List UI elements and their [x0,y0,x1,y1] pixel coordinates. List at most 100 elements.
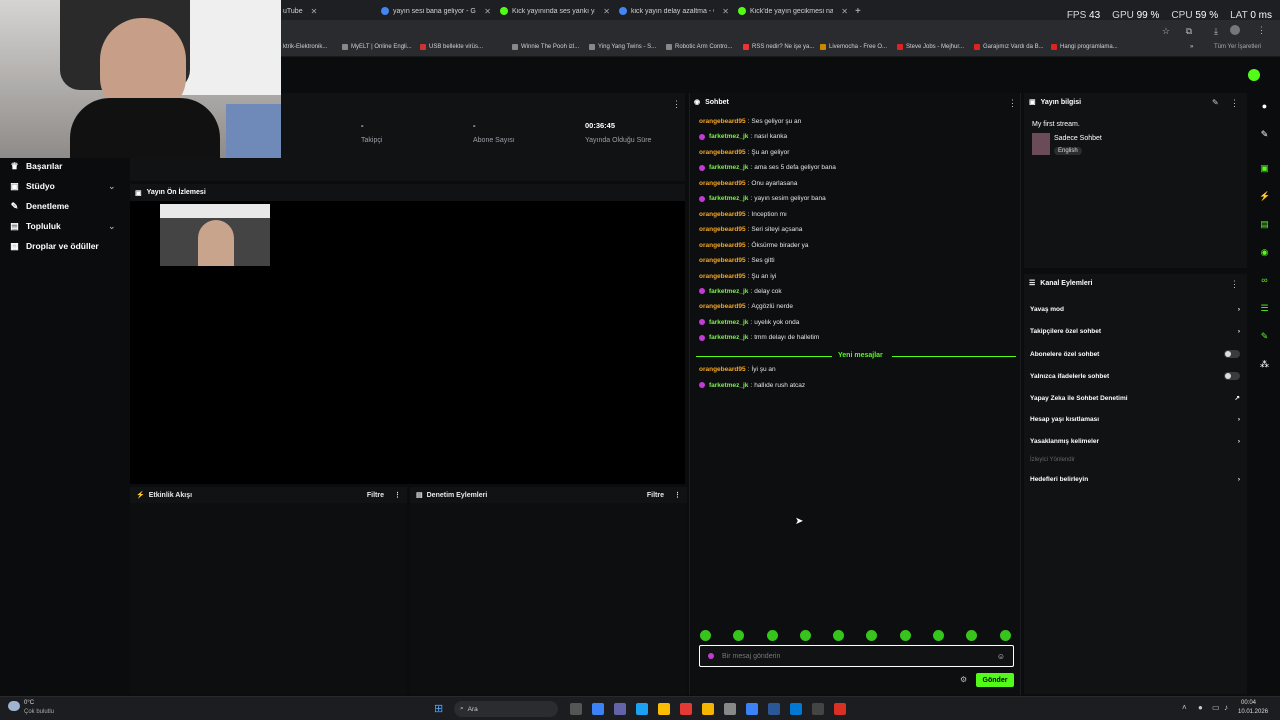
chat-username[interactable]: orangebeard95 [699,226,746,233]
bookmark[interactable]: RSS nedir? Ne işe ya... [743,44,814,50]
preview-rail-icon[interactable]: ▣ [1259,163,1270,174]
emote-icon[interactable] [733,630,745,641]
close-tab-icon[interactable]: ✕ [603,7,610,16]
star-icon[interactable]: ☆ [1162,26,1170,37]
emoji-icon[interactable]: ☺ [997,652,1005,661]
emote-icon[interactable] [899,630,911,641]
chrome-icon[interactable] [658,703,670,715]
pen-icon[interactable]: ✎ [1259,129,1270,140]
chevron-down-icon[interactable]: ⌄ [108,221,116,232]
chevron-down-icon[interactable]: ⌄ [108,181,116,192]
action-set-goals[interactable]: Hedefleri belirleyin › [1030,476,1240,483]
profile-avatar[interactable] [1230,25,1240,35]
store-icon[interactable] [724,703,736,715]
more-options-icon[interactable]: ⋮ [672,99,681,110]
activity-filter-button[interactable]: Filtre [367,492,384,499]
chat-username[interactable]: farketmez_jk [709,334,748,341]
bookmark[interactable]: MyELT | Online Engli... [342,44,412,50]
emote-icon[interactable] [866,630,878,641]
browser-tab[interactable]: Kick yayınında ses yankı yapıyo ✕ [500,3,610,19]
tray-chevron-icon[interactable]: ˄ [1182,703,1187,712]
mail-icon[interactable] [746,703,758,715]
more-bookmarks-icon[interactable]: » [1190,44,1193,50]
action-followers-only[interactable]: Takipçilere özel sohbet › [1030,328,1240,335]
browser-tab[interactable]: yayın sesi bana geliyor - Googl ✕ [381,3,491,19]
edge-icon[interactable] [636,703,648,715]
stack-icon[interactable]: ☰ [1259,303,1270,314]
emote-icon[interactable] [933,630,945,641]
chat-username[interactable]: orangebeard95 [699,303,746,310]
action-ai-moderation[interactable]: Yapay Zeka ile Sohbet Denetimi ↗ [1030,394,1240,403]
taskbar-search[interactable]: ⌕ Ara [454,701,558,717]
chat-input[interactable]: Bir mesaj gönderin ☺ [699,645,1014,667]
chat-username[interactable]: orangebeard95 [699,149,746,156]
outlook-icon[interactable] [768,703,780,715]
app-icon[interactable] [592,703,604,715]
close-tab-icon[interactable]: ✕ [841,7,848,16]
sidebar-item-achievements[interactable]: ♛ Başarılar [10,161,62,171]
sidebar-item-community[interactable]: ▤ Topluluk [10,221,61,231]
emote-icon[interactable] [999,630,1011,641]
bookmark[interactable]: Winnie The Pooh izl... [512,44,579,50]
edit-icon[interactable]: ✎ [1212,98,1219,107]
user-avatar[interactable] [1248,69,1260,81]
moderation-filter-button[interactable]: Filtre [647,492,664,499]
file-explorer-icon[interactable] [702,703,714,715]
chat-username[interactable]: orangebeard95 [699,211,746,218]
bolt-icon[interactable]: ⚡ [1259,191,1270,202]
emotes-only-toggle[interactable] [1224,372,1240,380]
sidebar-item-drops[interactable]: ▦ Droplar ve ödüller [10,241,99,251]
app-icon[interactable] [680,703,692,715]
chat-username[interactable]: orangebeard95 [699,257,746,264]
bookmark[interactable]: Robotic Arm Contro... [666,44,732,50]
chat-username[interactable]: farketmez_jk [709,133,748,140]
info-circle-icon[interactable]: ● [1259,101,1270,112]
stream-preview-video[interactable] [160,204,270,266]
action-banned-words[interactable]: Yasaklanmış kelimeler › [1030,438,1240,445]
app-icon[interactable] [790,703,802,715]
chat-username[interactable]: orangebeard95 [699,366,746,373]
wrench-icon[interactable]: ✎ [1259,331,1270,342]
app-icon[interactable] [834,703,846,715]
chat-username[interactable]: farketmez_jk [709,382,748,389]
chat-username[interactable]: farketmez_jk [709,164,748,171]
close-tab-icon[interactable]: ✕ [484,7,491,16]
subscribers-only-toggle[interactable] [1224,350,1240,358]
network-icon[interactable]: ▭ [1212,703,1220,712]
bookmark[interactable]: Ying Yang Twins - S... [589,44,656,50]
windows-start-icon[interactable]: ⊞ [434,702,443,715]
chat-username[interactable]: farketmez_jk [709,288,748,295]
download-icon[interactable]: ⤓ [1214,26,1218,37]
extensions-icon[interactable]: ⧉ [1186,26,1192,37]
emote-icon[interactable] [966,630,978,641]
task-view-icon[interactable] [570,703,582,715]
browser-tab[interactable]: kick yayın delay azaltma - Goog ✕ [619,3,729,19]
bookmark[interactable]: Steve Jobs - Mejhur... [897,44,964,50]
list-icon[interactable]: ▤ [1259,219,1270,230]
bookmark[interactable]: Garajımız Vardı da B... [974,44,1044,50]
volume-icon[interactable]: ♪ [1224,703,1228,712]
close-tab-icon[interactable]: ✕ [722,7,729,16]
bookmark[interactable]: ktrik-Elektronik... [283,44,327,50]
action-account-age[interactable]: Hesap yaşı kısıtlaması › [1030,416,1240,423]
emote-icon[interactable] [799,630,811,641]
chat-username[interactable]: farketmez_jk [709,195,748,202]
more-options-icon[interactable]: ⋮ [1008,98,1017,109]
emote-icon[interactable] [766,630,778,641]
gear-icon[interactable]: ⚙ [960,675,967,684]
more-options-icon[interactable]: ⋮ [1230,279,1239,290]
chat-username[interactable]: orangebeard95 [699,180,746,187]
action-slow-mode[interactable]: Yavaş mod › [1030,306,1240,313]
sidebar-item-moderation[interactable]: ✎ Denetleme [10,201,69,211]
bookmark[interactable]: Livemocha - Free O... [820,44,887,50]
browser-tab[interactable]: uTube ✕ [283,3,363,19]
obs-icon[interactable] [812,703,824,715]
emote-icon[interactable] [700,630,711,641]
bookmark[interactable]: Hangi programlama... [1051,44,1118,50]
microphone-icon[interactable]: ● [1198,703,1203,712]
chat-username[interactable]: orangebeard95 [699,118,746,125]
chat-username[interactable]: orangebeard95 [699,273,746,280]
more-options-icon[interactable]: ⋮ [394,491,401,499]
send-button[interactable]: Gönder [976,673,1014,687]
widgets-icon[interactable]: ⁂ [1259,359,1270,370]
